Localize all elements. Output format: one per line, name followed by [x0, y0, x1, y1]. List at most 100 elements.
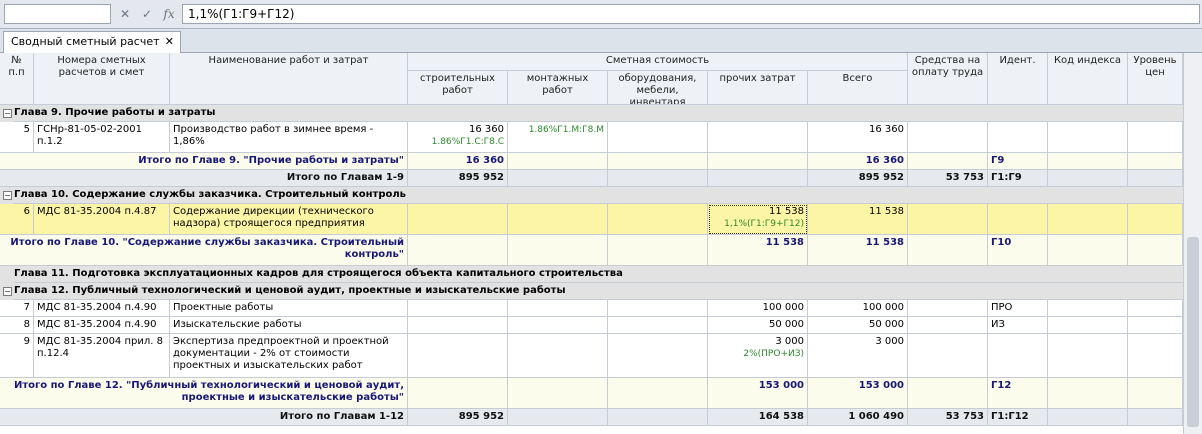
- cell-price-level[interactable]: [1128, 235, 1183, 266]
- chapter-row[interactable]: Глава 11. Подготовка эксплуатационных ка…: [0, 266, 1183, 283]
- cell-total[interactable]: 895 952: [808, 170, 908, 187]
- cell-total[interactable]: 153 000: [808, 378, 908, 409]
- cell-build[interactable]: 16 360: [408, 153, 508, 170]
- cell-other[interactable]: 153 000: [708, 378, 808, 409]
- cell-mount[interactable]: [508, 170, 608, 187]
- table-row[interactable]: 7 МДС 81-35.2004 п.4.90 Проектные работы 10…: [0, 300, 1183, 317]
- collapse-icon[interactable]: −: [3, 191, 12, 200]
- cell-build[interactable]: [408, 204, 508, 235]
- chapter-row[interactable]: − Глава 9. Прочие работы и затраты: [0, 105, 1183, 122]
- cell-equip[interactable]: [608, 122, 708, 153]
- cell-other[interactable]: 11 538 1,1%(Г1:Г9+Г12): [708, 204, 808, 235]
- cell-mount[interactable]: 1.86%Г1.М:Г8.М: [508, 122, 608, 153]
- cell-code[interactable]: МДС 81-35.2004 п.4.87: [34, 204, 170, 235]
- total-label[interactable]: Итого по Главе 9. "Прочие работы и затра…: [0, 153, 408, 170]
- cell-mount[interactable]: [508, 300, 608, 317]
- cell-build[interactable]: [408, 235, 508, 266]
- cell-equip[interactable]: [608, 204, 708, 235]
- cell-ident[interactable]: [988, 122, 1048, 153]
- cell-price-level[interactable]: [1128, 204, 1183, 235]
- cell-equip[interactable]: [608, 235, 708, 266]
- cell-salary[interactable]: [908, 334, 988, 378]
- cell-ident[interactable]: Г9: [988, 153, 1048, 170]
- total-label[interactable]: Итого по Главе 10. "Содержание службы за…: [0, 235, 408, 266]
- cell-build[interactable]: [408, 317, 508, 334]
- header-build[interactable]: строительных работ: [408, 71, 508, 105]
- chapter-row[interactable]: − Глава 12. Публичный технологический и ц…: [0, 283, 1183, 300]
- table-row[interactable]: 5 ГСНр-81-05-02-2001 п.1.2 Производство ра…: [0, 122, 1183, 153]
- cell-index-code[interactable]: [1048, 122, 1128, 153]
- cell-salary[interactable]: 53 753: [908, 409, 988, 426]
- cell-name[interactable]: Содержание дирекции (технического надзор…: [170, 204, 408, 235]
- header-index-code[interactable]: Код индекса: [1048, 53, 1128, 105]
- cell-num[interactable]: 5: [0, 122, 34, 153]
- cell-mount[interactable]: [508, 334, 608, 378]
- cell-price-level[interactable]: [1128, 378, 1183, 409]
- header-total[interactable]: Всего: [808, 71, 908, 105]
- cell-ident[interactable]: Г10: [988, 235, 1048, 266]
- cell-index-code[interactable]: [1048, 235, 1128, 266]
- function-icon[interactable]: fx: [161, 6, 177, 22]
- cell-salary[interactable]: [908, 378, 988, 409]
- cell-code[interactable]: МДС 81-35.2004 п.4.90: [34, 300, 170, 317]
- header-codes[interactable]: Номера сметных расчетов и смет: [34, 53, 170, 105]
- cell-index-code[interactable]: [1048, 153, 1128, 170]
- cell-total[interactable]: 1 060 490: [808, 409, 908, 426]
- cell-num[interactable]: 7: [0, 300, 34, 317]
- cell-total[interactable]: 50 000: [808, 317, 908, 334]
- cell-index-code[interactable]: [1048, 334, 1128, 378]
- cell-name[interactable]: Изыскательские работы: [170, 317, 408, 334]
- cell-other[interactable]: 11 538: [708, 235, 808, 266]
- cell-salary[interactable]: 53 753: [908, 170, 988, 187]
- cell-ident[interactable]: Г1:Г9: [988, 170, 1048, 187]
- cell-total[interactable]: 11 538: [808, 204, 908, 235]
- cell-price-level[interactable]: [1128, 409, 1183, 426]
- cell-code[interactable]: МДС 81-35.2004 прил. 8 п.12.4: [34, 334, 170, 378]
- total-label[interactable]: Итого по Главам 1-9: [0, 170, 408, 187]
- cell-price-level[interactable]: [1128, 317, 1183, 334]
- cell-other[interactable]: [708, 153, 808, 170]
- cell-ident[interactable]: Г12: [988, 378, 1048, 409]
- scrollbar-thumb[interactable]: [1187, 237, 1199, 427]
- cell-salary[interactable]: [908, 300, 988, 317]
- cell-salary[interactable]: [908, 153, 988, 170]
- tab-summary-estimate[interactable]: Сводный сметный расчет ✕: [3, 31, 181, 53]
- close-icon[interactable]: ✕: [165, 32, 174, 52]
- chapter-total-row[interactable]: Итого по Главе 9. "Прочие работы и затра…: [0, 153, 1183, 170]
- name-box[interactable]: [4, 4, 111, 24]
- cell-mount[interactable]: [508, 153, 608, 170]
- cancel-icon[interactable]: ✕: [117, 6, 133, 22]
- header-other[interactable]: прочих затрат: [708, 71, 808, 105]
- accept-icon[interactable]: ✓: [139, 6, 155, 22]
- cell-total[interactable]: 11 538: [808, 235, 908, 266]
- header-price-level[interactable]: Уровень цен: [1128, 53, 1183, 105]
- cell-index-code[interactable]: [1048, 409, 1128, 426]
- header-num[interactable]: № п.п: [0, 53, 34, 105]
- cell-salary[interactable]: [908, 204, 988, 235]
- cell-ident[interactable]: ПРО: [988, 300, 1048, 317]
- cell-other[interactable]: 100 000: [708, 300, 808, 317]
- cell-other[interactable]: 164 538: [708, 409, 808, 426]
- cell-other[interactable]: 3 000 2%(ПРО+ИЗ): [708, 334, 808, 378]
- cell-build[interactable]: 895 952: [408, 170, 508, 187]
- cell-price-level[interactable]: [1128, 170, 1183, 187]
- cell-equip[interactable]: [608, 409, 708, 426]
- cell-index-code[interactable]: [1048, 170, 1128, 187]
- cell-ident[interactable]: [988, 204, 1048, 235]
- grand-total-row[interactable]: Итого по Главам 1-9 895 952 895 952 53 753 Г…: [0, 170, 1183, 187]
- cell-total[interactable]: 100 000: [808, 300, 908, 317]
- cell-name[interactable]: Производство работ в зимнее время - 1,86…: [170, 122, 408, 153]
- total-label[interactable]: Итого по Главам 1-12: [0, 409, 408, 426]
- cell-num[interactable]: 6: [0, 204, 34, 235]
- table-row[interactable]: 8 МДС 81-35.2004 п.4.90 Изыскательские раб…: [0, 317, 1183, 334]
- cell-total[interactable]: 16 360: [808, 153, 908, 170]
- cell-equip[interactable]: [608, 300, 708, 317]
- cell-mount[interactable]: [508, 409, 608, 426]
- cell-ident[interactable]: [988, 334, 1048, 378]
- table-row[interactable]: 9 МДС 81-35.2004 прил. 8 п.12.4 Экспертиза…: [0, 334, 1183, 378]
- vertical-scrollbar[interactable]: [1183, 53, 1202, 434]
- cell-mount[interactable]: [508, 235, 608, 266]
- header-salary[interactable]: Средства на оплату труда: [908, 53, 988, 105]
- cell-price-level[interactable]: [1128, 153, 1183, 170]
- header-ident[interactable]: Идент.: [988, 53, 1048, 105]
